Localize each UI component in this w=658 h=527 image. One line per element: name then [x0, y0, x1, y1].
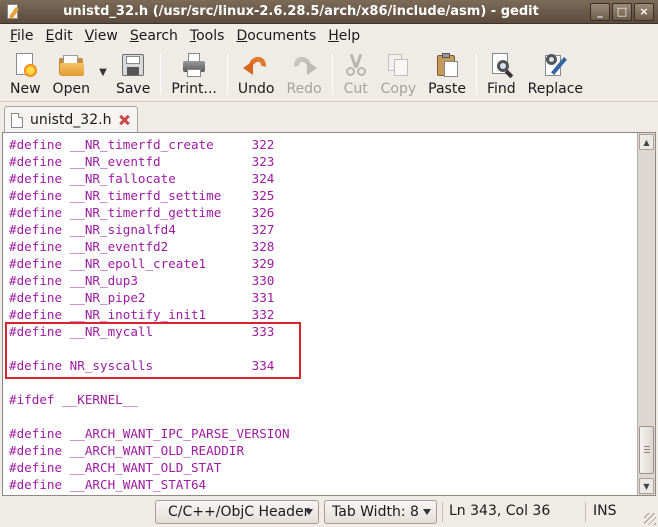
language-label: C/C++/ObjC Header [168, 504, 310, 520]
chevron-down-icon: ▼ [99, 66, 107, 78]
toolbar-separator [331, 54, 333, 94]
code-line: #define __NR_timerfd_settime 325 [9, 188, 275, 203]
menu-tools[interactable]: Tools [184, 28, 231, 44]
title-bar: unistd_32.h (/usr/src/linux-2.6.28.5/arc… [0, 0, 658, 24]
paste-button[interactable]: Paste [422, 48, 472, 100]
find-replace-icon [542, 52, 568, 78]
tab-unistd-32-h[interactable]: unistd_32.h [4, 106, 138, 133]
new-document-icon [12, 52, 38, 78]
new-button[interactable]: New [4, 48, 47, 100]
close-button[interactable]: × [634, 2, 654, 21]
scrollbar-thumb[interactable] [639, 426, 654, 474]
print-button[interactable]: Print... [165, 48, 223, 100]
copy-icon [385, 52, 411, 78]
menu-documents[interactable]: Documents [230, 28, 322, 44]
floppy-disk-icon [120, 52, 146, 78]
highlight-annotation-box [5, 322, 301, 379]
open-button[interactable]: Open [47, 48, 96, 100]
cursor-position: Ln 343, Col 36 [449, 503, 551, 519]
code-line: #define __NR_eventfd2 328 [9, 239, 275, 254]
status-bar: C/C++/ObjC Header Tab Width: 8 Ln 343, C… [0, 498, 658, 527]
code-line: #define __NR_dup3 330 [9, 273, 275, 288]
toolbar-separator [160, 54, 162, 94]
code-line: #define __NR_timerfd_gettime 326 [9, 205, 275, 220]
chevron-down-icon [423, 509, 431, 515]
find-button[interactable]: Find [481, 48, 522, 100]
text-file-icon [11, 112, 23, 128]
undo-arrow-icon [243, 52, 270, 78]
window-title: unistd_32.h (/usr/src/linux-2.6.28.5/arc… [63, 4, 539, 19]
toolbar-separator [226, 54, 228, 94]
redo-button[interactable]: Redo [280, 48, 327, 100]
menu-bar: File Edit View Search Tools Documents He… [0, 24, 658, 48]
text-editor[interactable]: #define __NR_timerfd_create 322 #define _… [3, 133, 637, 495]
save-button[interactable]: Save [110, 48, 156, 100]
code-line: #define __NR_inotify_init1 332 [9, 307, 275, 322]
code-line: #define __ARCH_WANT_IPC_PARSE_VERSION [9, 426, 290, 441]
tab-width-selector[interactable]: Tab Width: 8 [324, 500, 437, 524]
code-line: #define __NR_signalfd4 327 [9, 222, 275, 237]
code-line: #define __ARCH_WANT_OLD_STAT [9, 460, 222, 475]
redo-arrow-icon [291, 52, 318, 78]
menu-edit[interactable]: Edit [39, 28, 78, 44]
resize-grip[interactable] [644, 513, 656, 525]
vertical-scrollbar[interactable]: ▲ ▼ [637, 133, 655, 495]
scroll-up-button[interactable]: ▲ [639, 134, 654, 150]
arrow-down-icon: ▼ [643, 481, 650, 491]
maximize-button[interactable]: □ [612, 2, 632, 21]
cut-button[interactable]: Cut [337, 48, 375, 100]
menu-help[interactable]: Help [322, 28, 366, 44]
printer-icon [181, 52, 207, 78]
window-controls: _ □ × [590, 2, 654, 21]
arrow-up-icon: ▲ [643, 137, 650, 147]
language-selector[interactable]: C/C++/ObjC Header [155, 500, 319, 524]
code-line: #define __ARCH_WANT_OLD_READDIR [9, 443, 245, 458]
replace-button[interactable]: Replace [522, 48, 589, 100]
scissors-icon [343, 52, 369, 78]
code-line: #define __NR_fallocate 324 [9, 171, 275, 186]
gedit-app-icon[interactable] [4, 3, 22, 21]
toolbar-separator [475, 54, 477, 94]
clipboard-icon [434, 52, 460, 78]
toolbar: New Open ▼ Save Print... Undo Redo Cut C… [0, 48, 658, 102]
status-separator [442, 502, 443, 522]
code-line: #define __NR_timerfd_create 322 [9, 137, 275, 152]
menu-view[interactable]: View [79, 28, 124, 44]
undo-button[interactable]: Undo [232, 48, 281, 100]
menu-search[interactable]: Search [124, 28, 184, 44]
code-line: #ifdef __KERNEL__ [9, 392, 138, 407]
code-line: #define __ARCH_WANT_STAT64 [9, 477, 207, 492]
status-separator [585, 502, 586, 522]
editor-frame: #define __NR_timerfd_create 322 #define _… [2, 132, 656, 496]
magnifier-icon [488, 52, 514, 79]
copy-button[interactable]: Copy [375, 48, 423, 100]
insert-mode-indicator: INS [593, 503, 617, 519]
folder-open-icon [58, 52, 85, 78]
tab-width-label: Tab Width: 8 [332, 504, 419, 520]
close-tab-icon[interactable] [117, 113, 131, 127]
recent-files-dropdown[interactable]: ▼ [96, 52, 110, 92]
code-line: #define __NR_pipe2 331 [9, 290, 275, 305]
document-tabs: unistd_32.h [0, 103, 658, 133]
code-line: #define __NR_epoll_create1 329 [9, 256, 275, 271]
code-line: #define __NR_eventfd 323 [9, 154, 275, 169]
scroll-down-button[interactable]: ▼ [639, 478, 654, 494]
minimize-button[interactable]: _ [590, 2, 610, 21]
chevron-down-icon [305, 509, 313, 515]
menu-file[interactable]: File [4, 28, 39, 44]
